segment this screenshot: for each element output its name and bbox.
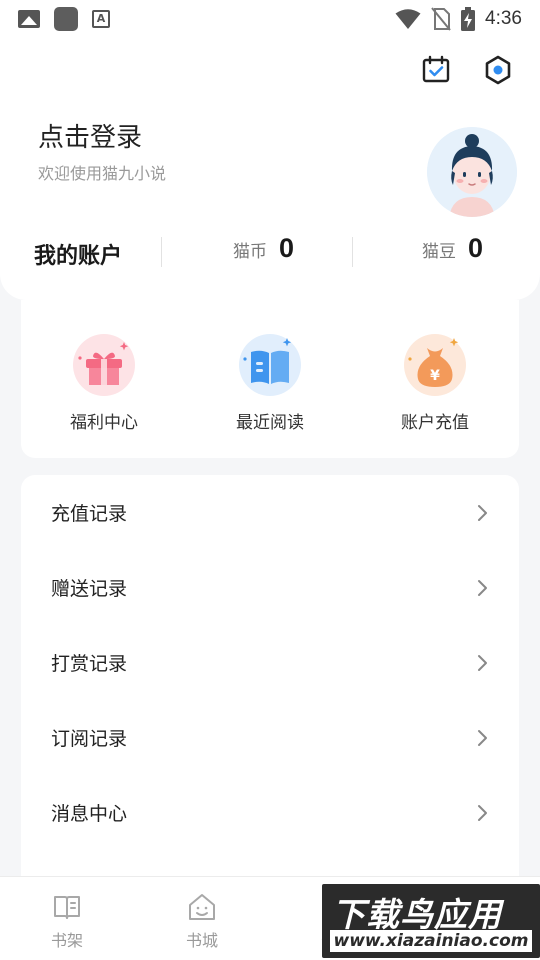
beans-value: 0	[468, 233, 484, 263]
chevron-right-icon	[478, 579, 487, 596]
svg-text:¥: ¥	[430, 368, 440, 384]
nav-tab-bookstore[interactable]: 书城	[162, 891, 242, 951]
calendar-check-icon	[422, 55, 450, 83]
quick-action-welfare[interactable]: 福利中心	[44, 332, 164, 433]
text-a-icon: A	[92, 10, 110, 28]
open-book-icon	[237, 332, 303, 398]
app-square-icon	[54, 7, 78, 31]
profile-header: 点击登录 欢迎使用猫九小说 我的账户 猫币 0 猫豆 0	[0, 38, 540, 300]
menu-item-recharge-records[interactable]: 充值记录	[21, 475, 519, 550]
wifi-icon	[395, 9, 421, 29]
calendar-check-button[interactable]	[420, 54, 452, 86]
beans-stat[interactable]: 猫豆 0	[422, 233, 483, 264]
beans-label: 猫豆	[422, 242, 456, 262]
login-subtitle: 欢迎使用猫九小说	[38, 164, 167, 183]
status-left-icons: A	[18, 7, 110, 31]
quick-action-recharge[interactable]: ¥ 账户充值	[375, 332, 495, 433]
gallery-icon	[18, 10, 40, 28]
quick-action-label: 福利中心	[70, 413, 138, 433]
settings-button[interactable]	[482, 54, 514, 86]
bookshelf-icon	[54, 896, 80, 919]
avatar[interactable]	[427, 127, 517, 217]
menu-item-gift-records[interactable]: 赠送记录	[21, 550, 519, 625]
menu-item-subscription-records[interactable]: 订阅记录	[21, 700, 519, 775]
chevron-right-icon	[478, 654, 487, 671]
quick-action-recent-reading[interactable]: 最近阅读	[210, 332, 330, 433]
nav-tab-label: 书架	[50, 931, 83, 950]
watermark-overlay: 下载鸟应用 www.xiazainiao.com	[322, 884, 540, 958]
chevron-right-icon	[478, 729, 487, 746]
coins-stat[interactable]: 猫币 0	[233, 233, 294, 264]
menu-item-message-center[interactable]: 消息中心	[21, 775, 519, 850]
status-time: 4:36	[485, 8, 522, 29]
account-row: 我的账户 猫币 0 猫豆 0	[0, 233, 540, 273]
no-sim-icon	[431, 7, 451, 31]
menu-item-tip-records[interactable]: 打赏记录	[21, 625, 519, 700]
account-title: 我的账户	[34, 244, 123, 269]
menu-item-label: 消息中心	[51, 803, 128, 825]
menu-item-label: 充值记录	[51, 503, 128, 525]
menu-item-label: 赠送记录	[51, 578, 128, 600]
money-bag-icon: ¥	[402, 332, 468, 398]
bookstore-icon	[189, 894, 215, 920]
header-actions	[420, 54, 514, 86]
menu-list-card: 充值记录 赠送记录 打赏记录 订阅记录 消息中心	[21, 475, 519, 895]
nav-tab-bookshelf[interactable]: 书架	[27, 891, 107, 951]
menu-item-label: 订阅记录	[51, 728, 128, 750]
login-title[interactable]: 点击登录	[38, 117, 142, 154]
quick-actions-card: 福利中心 最近阅读 ¥ 账户充值	[21, 300, 519, 458]
gift-icon	[71, 332, 137, 398]
divider	[161, 237, 162, 267]
chevron-right-icon	[478, 804, 487, 821]
coins-label: 猫币	[233, 242, 267, 262]
avatar-illustration	[427, 127, 517, 217]
status-right-icons: 4:36	[395, 7, 522, 31]
quick-action-label: 最近阅读	[236, 413, 304, 433]
quick-action-label: 账户充值	[401, 413, 469, 433]
divider	[352, 237, 353, 267]
chevron-right-icon	[478, 504, 487, 521]
status-bar: A 4:36	[0, 0, 540, 38]
battery-charging-icon	[461, 7, 476, 31]
watermark-title: 下载鸟应用	[332, 895, 502, 934]
menu-item-label: 打赏记录	[51, 653, 128, 675]
coins-value: 0	[279, 233, 295, 263]
settings-circle-icon	[485, 55, 511, 85]
nav-tab-label: 书城	[185, 931, 218, 950]
watermark-url: www.xiazainiao.com	[330, 930, 532, 952]
